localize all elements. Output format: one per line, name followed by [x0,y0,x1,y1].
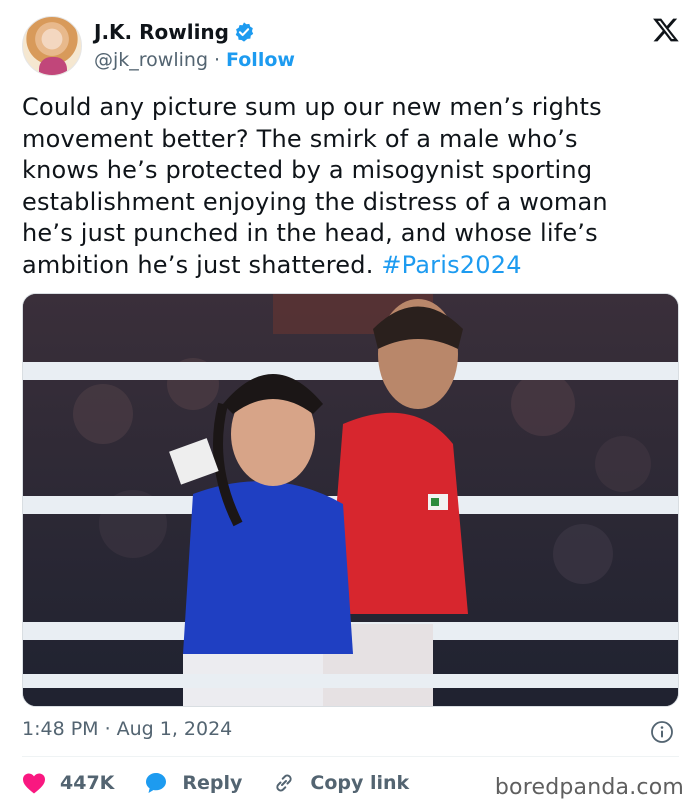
info-icon[interactable] [650,720,674,744]
verified-badge-icon [235,22,254,42]
tweet-line-last: ambition he’s just shattered. #Paris2024 [22,250,672,282]
tweet-line: movement better? The smirk of a male who… [22,124,578,153]
hashtag-link[interactable]: #Paris2024 [381,251,521,279]
author-name[interactable]: J.K. Rowling [94,20,229,44]
reply-button[interactable]: Reply [144,771,242,795]
tweet-line: ambition he’s just shattered. [22,250,382,279]
tweet-header: J.K. Rowling @jk_rowling · Follow [22,14,682,78]
boxing-photo-illustration [23,294,678,706]
watermark: boredpanda.com [494,775,684,800]
heart-icon [23,773,45,794]
tweet-timestamp[interactable]: 1:48 PM · Aug 1, 2024 [22,718,232,740]
handle-row: @jk_rowling · Follow [94,49,295,71]
author-name-row: J.K. Rowling [94,20,255,44]
tweet-date: Aug 1, 2024 [116,718,233,740]
link-icon [276,774,293,792]
timestamp-separator: · [104,718,111,740]
reply-label: Reply [182,772,243,794]
tweet-photo[interactable] [22,293,679,707]
like-count: 447K [60,772,115,794]
x-logo-icon[interactable] [652,16,680,44]
tweet-text: Could any picture sum up our new men’s r… [22,92,672,281]
divider [22,756,679,757]
action-bar: 447K Reply Copy link [22,766,439,800]
tweet-line: establishment enjoying the distress of a… [22,187,608,216]
like-button[interactable]: 447K [22,772,114,794]
handle-separator: · [214,49,221,71]
copy-link-button[interactable]: Copy link [272,771,409,795]
avatar[interactable] [22,16,82,76]
author-handle[interactable]: @jk_rowling [94,49,208,71]
follow-button[interactable]: Follow [226,49,295,71]
tweet-line: knows he’s protected by a misogynist spo… [22,156,593,184]
reply-bubble-icon [146,773,167,793]
copy-link-label: Copy link [310,772,410,794]
tweet-time: 1:48 PM [22,718,99,740]
tweet-line: he’s just punched in the head, and whose… [22,219,598,247]
tweet-line: Could any picture sum up our new men’s r… [22,93,602,121]
